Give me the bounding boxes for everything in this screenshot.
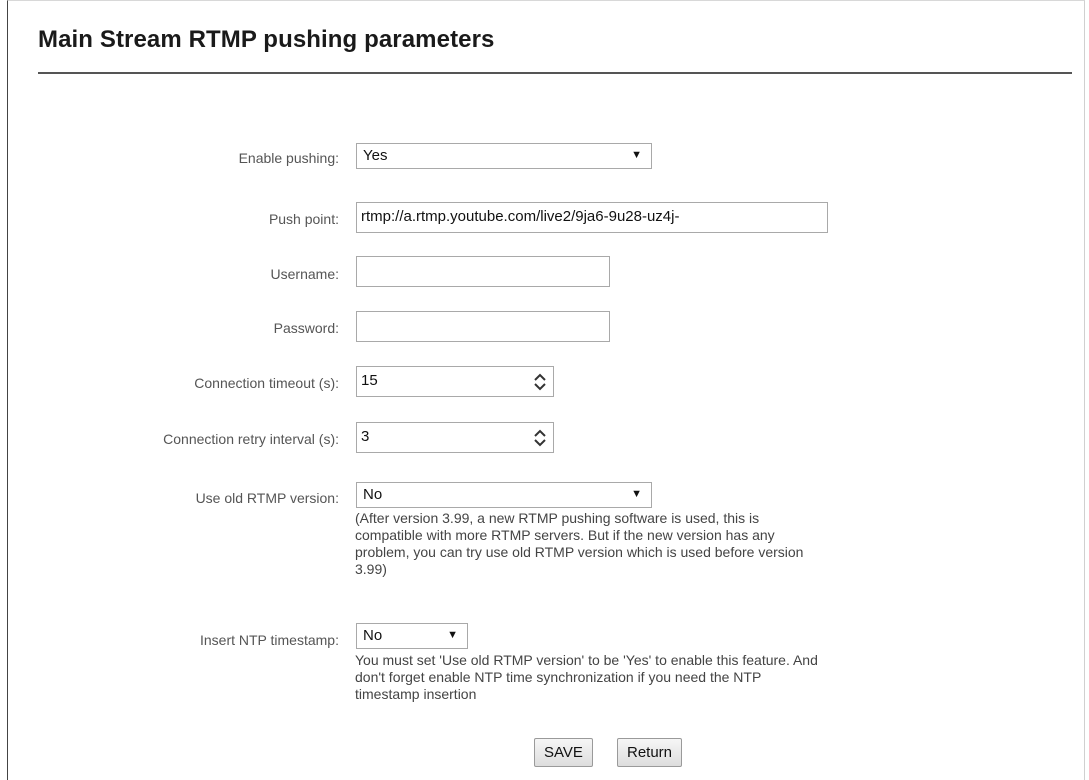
spinner-arrows-icon[interactable]: [529, 425, 551, 450]
ntp-timestamp-value: No: [363, 627, 383, 644]
title-divider: [38, 72, 1072, 74]
ntp-timestamp-label: Insert NTP timestamp:: [199, 632, 339, 648]
old-rtmp-help: (After version 3.99, a new RTMP pushing …: [355, 510, 803, 578]
dropdown-arrow-icon: ▼: [447, 629, 458, 641]
spinner-arrows-icon[interactable]: [529, 369, 551, 394]
page-title: Main Stream RTMP pushing parameters: [38, 26, 495, 53]
push-point-input[interactable]: rtmp://a.rtmp.youtube.com/live2/9ja6-9u2…: [356, 202, 828, 233]
help-line: 3.99): [355, 561, 387, 577]
help-line: problem, you can try use old RTMP versio…: [355, 544, 804, 560]
retry-interval-input[interactable]: 3: [356, 422, 554, 453]
password-input[interactable]: [356, 311, 610, 342]
old-rtmp-value: No: [363, 486, 383, 503]
username-label: Username:: [270, 266, 339, 282]
enable-pushing-value: Yes: [363, 147, 388, 164]
ntp-timestamp-select[interactable]: No ▼: [356, 623, 468, 649]
connection-timeout-label: Connection timeout (s):: [194, 375, 339, 391]
return-button[interactable]: Return: [617, 738, 683, 767]
old-rtmp-select[interactable]: No ▼: [356, 482, 652, 508]
password-label: Password:: [273, 320, 339, 336]
help-line: You must set 'Use old RTMP version' to b…: [355, 652, 818, 668]
connection-timeout-input[interactable]: 15: [356, 366, 554, 397]
enable-pushing-label: Enable pushing:: [238, 150, 339, 166]
save-button[interactable]: SAVE: [534, 738, 593, 767]
retry-interval-value: 3: [361, 428, 370, 445]
push-point-label: Push point:: [268, 211, 339, 227]
username-input[interactable]: [356, 256, 610, 287]
help-line: compatible with more RTMP servers. But i…: [355, 527, 775, 543]
old-rtmp-label: Use old RTMP version:: [195, 490, 339, 506]
connection-timeout-value: 15: [361, 372, 378, 389]
ntp-timestamp-help: You must set 'Use old RTMP version' to b…: [355, 652, 818, 703]
retry-interval-label: Connection retry interval (s):: [163, 431, 339, 447]
enable-pushing-select[interactable]: Yes ▼: [356, 143, 652, 169]
help-line: timestamp insertion: [355, 686, 477, 702]
help-line: (After version 3.99, a new RTMP pushing …: [355, 510, 760, 526]
dropdown-arrow-icon: ▼: [631, 149, 642, 161]
help-line: don't forget enable NTP time synchroniza…: [355, 669, 762, 685]
dropdown-arrow-icon: ▼: [631, 488, 642, 500]
